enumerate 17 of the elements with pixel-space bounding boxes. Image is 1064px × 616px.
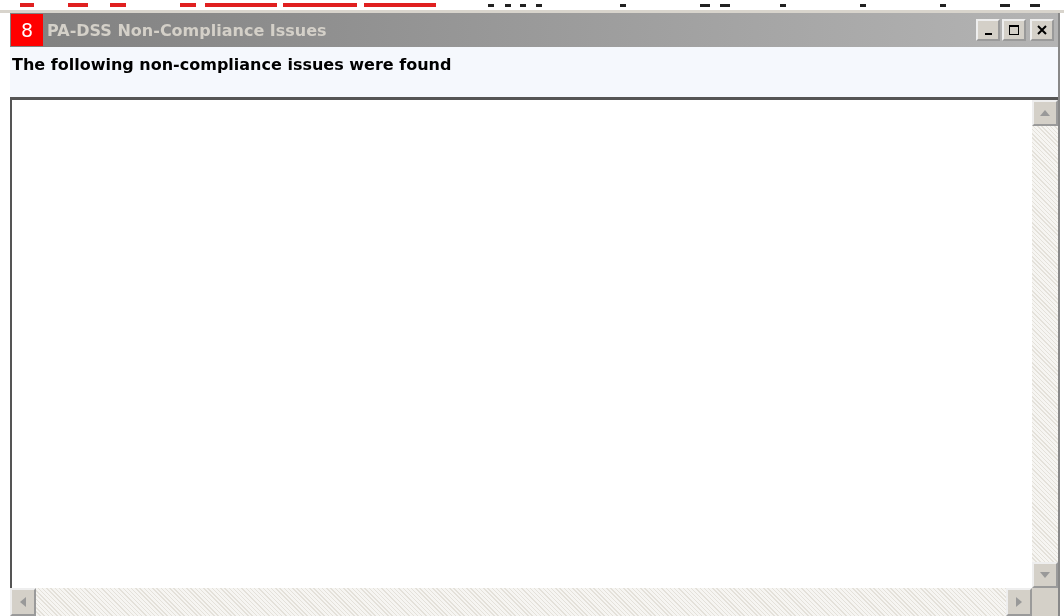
minimize-icon: [984, 33, 992, 35]
down-arrow-icon: [1040, 572, 1050, 578]
up-arrow-icon: [1040, 110, 1050, 116]
right-arrow-icon: [1016, 597, 1022, 607]
left-arrow-icon: [20, 597, 26, 607]
scroll-left-button[interactable]: [10, 588, 36, 616]
maximize-icon: [1009, 25, 1019, 35]
scroll-up-button[interactable]: [1032, 100, 1058, 126]
size-grip[interactable]: [1032, 588, 1058, 616]
close-icon: [1037, 25, 1047, 35]
scroll-down-button[interactable]: [1032, 562, 1058, 588]
message-text: The following non-compliance issues were found: [12, 55, 452, 74]
window-title: PA-DSS Non-Compliance Issues: [47, 20, 327, 40]
horizontal-scrollbar[interactable]: [10, 588, 1032, 616]
scroll-right-button[interactable]: [1006, 588, 1032, 616]
vertical-scrollbar[interactable]: [1032, 100, 1058, 588]
app-icon: 8: [11, 14, 43, 46]
